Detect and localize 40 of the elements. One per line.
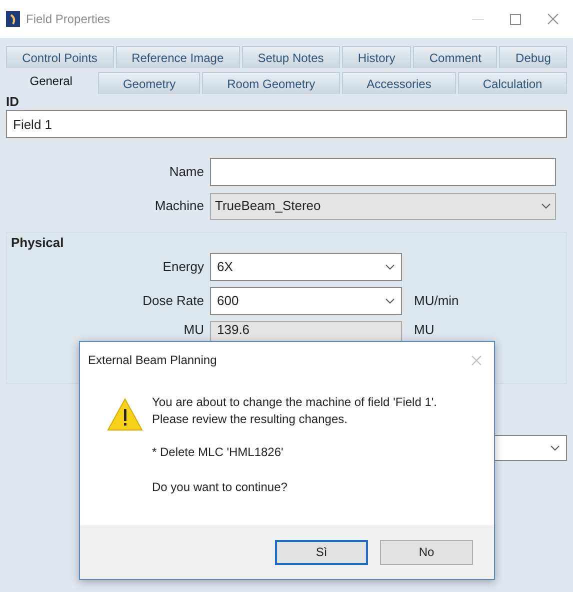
tab[interactable]: Calculation <box>458 72 567 94</box>
tab[interactable]: Accessories <box>342 72 456 94</box>
unit-label: MU/min <box>414 292 459 310</box>
tab[interactable]: Geometry <box>98 72 200 94</box>
id-input-field[interactable]: Field 1 <box>6 110 567 138</box>
field-label: Machine <box>154 197 205 216</box>
maximize-icon[interactable] <box>510 14 521 24</box>
section-heading: Physical <box>10 234 65 252</box>
chevron-down-icon <box>385 298 395 304</box>
tab[interactable]: Setup Notes <box>242 46 340 68</box>
dialog-title: External Beam Planning <box>88 352 217 369</box>
tab[interactable]: Debug <box>499 46 567 68</box>
dialog-button[interactable]: Sì <box>275 540 368 564</box>
tab[interactable]: Reference Image <box>116 46 240 68</box>
field-label: Dose Rate <box>142 292 205 310</box>
close-icon[interactable] <box>471 354 482 366</box>
dropdown[interactable]: 600 <box>210 286 402 314</box>
dropdown[interactable]: 6X <box>210 252 402 280</box>
chevron-down-icon <box>550 445 560 451</box>
field-label: MU <box>182 320 205 336</box>
section-heading: ID <box>6 94 20 110</box>
name-input-field[interactable] <box>210 158 556 186</box>
dialog-detail: * Delete MLC 'HML1826' <box>152 444 284 461</box>
chevron-down-icon <box>385 264 395 270</box>
dialog-button[interactable]: No <box>380 540 473 564</box>
warning-icon <box>107 398 143 431</box>
unit-label: MU <box>414 320 434 336</box>
tab[interactable]: Room Geometry <box>202 72 340 94</box>
dialog-message: You are about to change the machine of field 'Field 1'. <box>152 394 437 411</box>
tab[interactable]: Comment <box>413 46 498 68</box>
tab[interactable]: History <box>342 46 412 68</box>
close-icon[interactable] <box>547 13 559 25</box>
dialog-message: Please review the resulting changes. <box>152 411 348 428</box>
tab[interactable]: Control Points <box>6 46 114 68</box>
app-icon <box>6 11 20 27</box>
field-label: Name <box>168 163 205 182</box>
field-label: Energy <box>162 258 205 276</box>
dialog-question: Do you want to continue? <box>152 479 288 496</box>
window-title: Field Properties <box>26 11 110 28</box>
chevron-down-icon <box>541 203 551 209</box>
